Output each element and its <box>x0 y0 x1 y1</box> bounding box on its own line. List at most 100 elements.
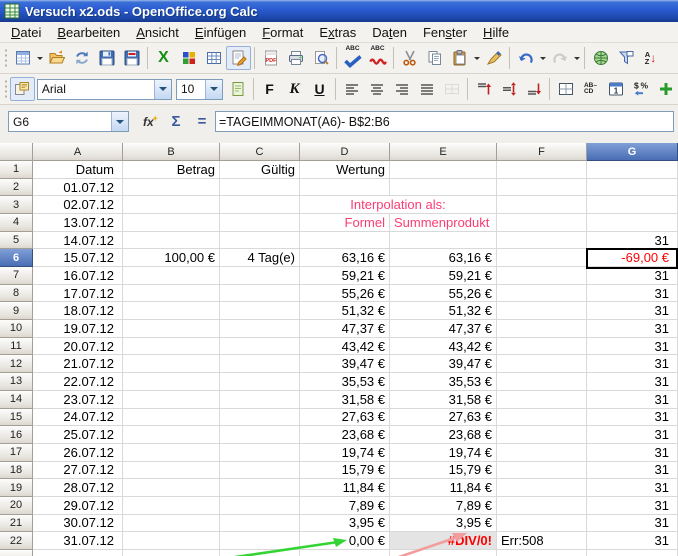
cell-F20[interactable] <box>497 497 587 515</box>
cell-F15[interactable] <box>497 409 587 427</box>
cell-C9[interactable] <box>220 302 300 320</box>
cell-D20[interactable]: 7,89 € <box>300 497 390 515</box>
cell-G2[interactable] <box>587 179 678 197</box>
cell-A20[interactable]: 29.07.12 <box>33 497 123 515</box>
cell-D16[interactable]: 23,68 € <box>300 426 390 444</box>
cell-C11[interactable] <box>220 338 300 356</box>
cell-E5[interactable] <box>390 232 497 250</box>
cell-G17[interactable]: 31 <box>587 444 678 462</box>
menu-hilfe[interactable]: Hilfe <box>475 23 517 42</box>
format-paintbrush-button[interactable] <box>481 46 506 70</box>
row-header-12[interactable]: 12 <box>0 355 33 373</box>
cell-F10[interactable] <box>497 320 587 338</box>
row-header-13[interactable]: 13 <box>0 373 33 391</box>
cell-A8[interactable]: 17.07.12 <box>33 285 123 303</box>
cell-F9[interactable] <box>497 302 587 320</box>
cell-G14[interactable]: 31 <box>587 391 678 409</box>
font-name-combo[interactable]: Arial <box>37 79 172 100</box>
cell-B4[interactable] <box>123 214 220 232</box>
cell-C19[interactable] <box>220 479 300 497</box>
align-center-button[interactable] <box>364 77 389 101</box>
cell-G21[interactable]: 31 <box>587 515 678 533</box>
cell-B7[interactable] <box>123 267 220 285</box>
excel-button[interactable]: X <box>151 46 176 70</box>
row-header-18[interactable]: 18 <box>0 462 33 480</box>
cell-D12[interactable]: 39,47 € <box>300 355 390 373</box>
row-header-23[interactable] <box>0 550 33 556</box>
cell-F5[interactable] <box>497 232 587 250</box>
date-format-button[interactable]: 1 <box>603 77 628 101</box>
cell-B3[interactable] <box>123 196 220 214</box>
cell-A12[interactable]: 21.07.12 <box>33 355 123 373</box>
row-header-6[interactable]: 6 <box>0 249 33 267</box>
cell-E11[interactable]: 43,42 € <box>390 338 497 356</box>
cell-B6[interactable]: 100,00 € <box>123 249 220 267</box>
font-size-dropdown[interactable] <box>205 80 222 99</box>
borders-button[interactable] <box>553 77 578 101</box>
select-all-corner[interactable] <box>0 143 33 161</box>
cell-G18[interactable]: 31 <box>587 462 678 480</box>
cell-B20[interactable] <box>123 497 220 515</box>
menu-datei[interactable]: Datei <box>3 23 49 42</box>
cell-E18[interactable]: 15,79 € <box>390 462 497 480</box>
cell-E21[interactable]: 3,95 € <box>390 515 497 533</box>
edit-file-button[interactable] <box>226 46 251 70</box>
row-header-9[interactable]: 9 <box>0 302 33 320</box>
cell-D19[interactable]: 11,84 € <box>300 479 390 497</box>
cell-G4[interactable] <box>587 214 678 232</box>
cell-B22[interactable] <box>123 532 220 550</box>
column-header-B[interactable]: B <box>123 143 220 161</box>
cell-F13[interactable] <box>497 373 587 391</box>
cell-F11[interactable] <box>497 338 587 356</box>
cell-G10[interactable]: 31 <box>587 320 678 338</box>
undo-dropdown[interactable] <box>538 46 547 70</box>
cell-D15[interactable]: 27,63 € <box>300 409 390 427</box>
menu-daten[interactable]: Daten <box>364 23 415 42</box>
cell-E12[interactable]: 39,47 € <box>390 355 497 373</box>
row-header-16[interactable]: 16 <box>0 426 33 444</box>
row-header-10[interactable]: 10 <box>0 320 33 338</box>
cell-E7[interactable]: 59,21 € <box>390 267 497 285</box>
cell-C22[interactable] <box>220 532 300 550</box>
cell-D7[interactable]: 59,21 € <box>300 267 390 285</box>
menu-format[interactable]: Format <box>254 23 311 42</box>
cell-E14[interactable]: 31,58 € <box>390 391 497 409</box>
row-header-17[interactable]: 17 <box>0 444 33 462</box>
menu-extras[interactable]: Extras <box>311 23 364 42</box>
cell-G7[interactable]: 31 <box>587 267 678 285</box>
cell-E1[interactable] <box>390 161 497 179</box>
row-header-20[interactable]: 20 <box>0 497 33 515</box>
cell-A9[interactable]: 18.07.12 <box>33 302 123 320</box>
font-size-combo[interactable]: 10 <box>176 79 223 100</box>
new-spreadsheet-dropdown[interactable] <box>35 46 44 70</box>
cell-E19[interactable]: 11,84 € <box>390 479 497 497</box>
cell-D8[interactable]: 55,26 € <box>300 285 390 303</box>
cell-F22[interactable]: Err:508 <box>497 532 587 550</box>
cell-D13[interactable]: 35,53 € <box>300 373 390 391</box>
cell-D10[interactable]: 47,37 € <box>300 320 390 338</box>
cell-C1[interactable]: Gültig <box>220 161 300 179</box>
cell-C2[interactable] <box>220 179 300 197</box>
cell-B11[interactable] <box>123 338 220 356</box>
cell-B17[interactable] <box>123 444 220 462</box>
function-wizard-button[interactable]: fx <box>137 110 163 134</box>
cell-E10[interactable]: 47,37 € <box>390 320 497 338</box>
redo-dropdown[interactable] <box>572 46 581 70</box>
cell-B23[interactable] <box>123 550 220 556</box>
row-header-4[interactable]: 4 <box>0 214 33 232</box>
cell-C4[interactable] <box>220 214 300 232</box>
cell-E23[interactable] <box>390 550 497 556</box>
autofilter-button[interactable] <box>613 46 638 70</box>
cell-C18[interactable] <box>220 462 300 480</box>
wrap-text-button[interactable]: AB–CD <box>578 77 603 101</box>
cell-C20[interactable] <box>220 497 300 515</box>
cell-E6[interactable]: 63,16 € <box>390 249 497 267</box>
cell-B16[interactable] <box>123 426 220 444</box>
cell-B18[interactable] <box>123 462 220 480</box>
cell-C10[interactable] <box>220 320 300 338</box>
cell-G20[interactable]: 31 <box>587 497 678 515</box>
cell-A14[interactable]: 23.07.12 <box>33 391 123 409</box>
cell-G5[interactable]: 31 <box>587 232 678 250</box>
copy-button[interactable] <box>422 46 447 70</box>
column-header-E[interactable]: E <box>390 143 497 161</box>
